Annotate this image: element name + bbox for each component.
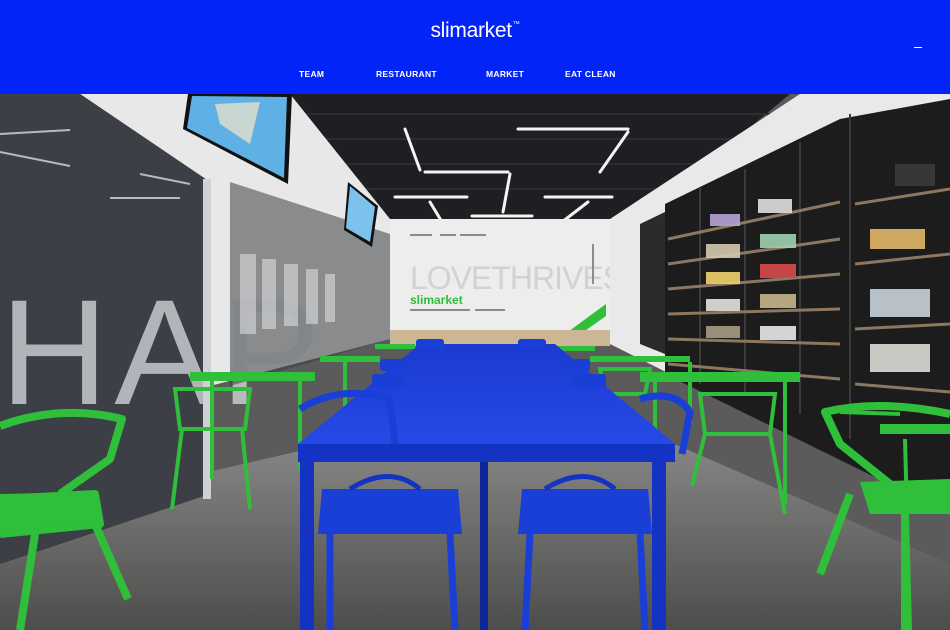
trademark-mark: ™ (512, 21, 520, 28)
nav-item-eat-clean[interactable]: EAT CLEAN (565, 69, 616, 79)
hero-image: HAP LOVETHRIVES slimarket (0, 94, 950, 630)
hamburger-menu-icon[interactable] (914, 47, 922, 48)
restaurant-interior-photo: HAP LOVETHRIVES slimarket (0, 94, 950, 630)
site-logo[interactable]: slimarket™ (0, 19, 950, 43)
wall-mural-text: LOVETHRIVES (410, 260, 623, 296)
main-navigation: TEAM RESTAURANT MARKET EAT CLEAN (0, 69, 950, 81)
nav-item-team[interactable]: TEAM (299, 69, 324, 79)
nav-item-market[interactable]: MARKET (486, 69, 524, 79)
nav-item-restaurant[interactable]: RESTAURANT (376, 69, 437, 79)
logo-text: slimarket (430, 19, 512, 42)
wall-logo: slimarket (410, 293, 463, 307)
site-header: slimarket™ TEAM RESTAURANT MARKET EAT CL… (0, 0, 950, 94)
